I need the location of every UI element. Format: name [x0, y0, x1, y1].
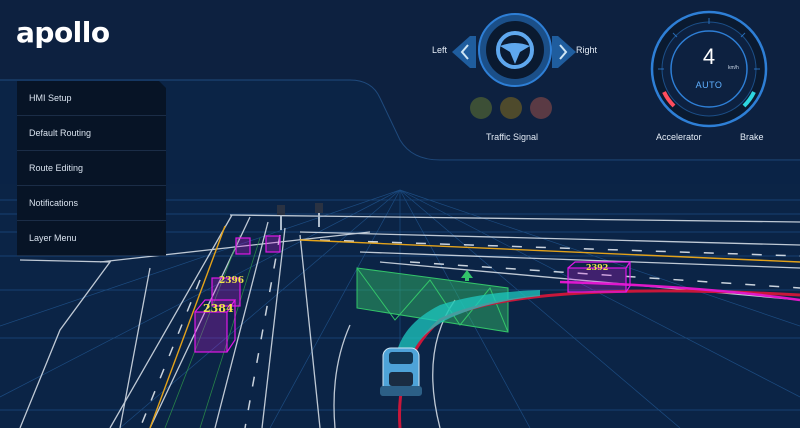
- yellow-light-icon: [500, 97, 522, 119]
- apollo-logo: apollo: [16, 16, 110, 49]
- stop-arrow-stem: [465, 277, 469, 281]
- steer-left-label: Left: [432, 45, 448, 55]
- driving-mode: AUTO: [695, 80, 723, 90]
- menu-item-hmi-setup[interactable]: HMI Setup: [17, 81, 166, 116]
- side-menu: HMI Setup Default Routing Route Editing …: [17, 81, 166, 256]
- brake-label: Brake: [740, 132, 764, 142]
- ego-car: [380, 347, 422, 396]
- menu-item-notifications[interactable]: Notifications: [17, 186, 166, 221]
- left-chevron-icon: [452, 36, 476, 68]
- steer-right-label: Right: [576, 45, 598, 55]
- traffic-signal-lights: [470, 97, 552, 121]
- accelerator-label: Accelerator: [656, 132, 702, 142]
- obstacle-label: 2392: [586, 262, 608, 272]
- steering-indicator: Left Right: [430, 12, 600, 92]
- traffic-signal-label: Traffic Signal: [485, 132, 539, 142]
- menu-item-layer-menu[interactable]: Layer Menu: [17, 221, 166, 256]
- right-chevron-icon: [552, 36, 576, 68]
- speed-value: 4: [702, 44, 716, 69]
- obstacle-label: 2396: [219, 276, 244, 286]
- menu-item-route-editing[interactable]: Route Editing: [17, 151, 166, 186]
- menu-item-default-routing[interactable]: Default Routing: [17, 116, 166, 151]
- obstacle-label: 2384: [203, 302, 234, 315]
- red-light-icon: [470, 97, 492, 119]
- speed-unit: km/h: [728, 65, 739, 71]
- green-light-icon: [530, 97, 552, 119]
- speedometer: 4 km/h AUTO: [650, 10, 768, 128]
